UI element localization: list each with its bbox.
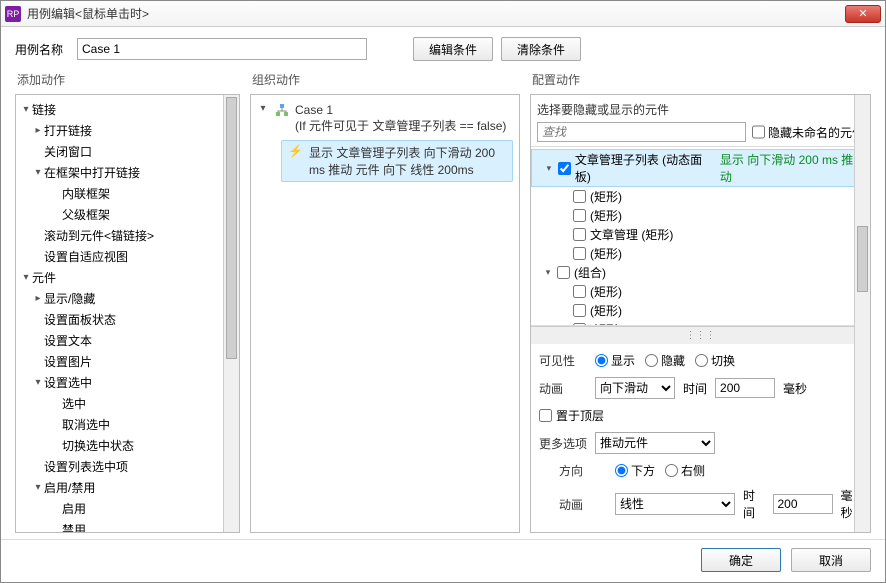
footer: 确定 取消 (1, 539, 885, 582)
ms-label: 毫秒 (783, 380, 807, 397)
widget-search-input[interactable] (537, 122, 746, 142)
action-text: 文章管理子列表 向下滑动 200 ms 推动 元件 向下 线性 200ms (309, 146, 495, 177)
time-label: 时间 (683, 380, 707, 397)
case-name-text: Case 1 (295, 103, 506, 117)
titlebar: RP 用例编辑<鼠标单击时> ✕ (1, 1, 885, 27)
bolt-icon: ⚡ (288, 144, 303, 158)
add-action-header: 添加动作 (15, 67, 240, 94)
widget-row[interactable]: (矩形) (531, 206, 870, 225)
widget-row[interactable]: ▾ 文章管理子列表 (动态面板) 显示 向下滑动 200 ms 推动 (531, 149, 870, 187)
time2-label: 时间 (743, 487, 765, 521)
case-condition: (If 元件可见于 文章管理子列表 == false) (295, 117, 506, 134)
direction-radios[interactable]: 下方 右侧 (615, 462, 705, 479)
ok-button[interactable]: 确定 (701, 548, 781, 572)
close-button[interactable]: ✕ (845, 5, 881, 23)
add-action-panel: ▾链接▸打开链接关闭窗口▾在框架中打开链接内联框架父级框架滚动到元件<锚链接>设… (15, 94, 240, 533)
action-父级框架[interactable]: 父级框架 (18, 204, 237, 225)
h-scrollbar[interactable]: ⋮⋮⋮ (531, 326, 870, 344)
action-设置选中[interactable]: ▾设置选中 (18, 372, 237, 393)
action-选中[interactable]: 选中 (18, 393, 237, 414)
header-row: 用例名称 编辑条件 清除条件 (1, 27, 885, 67)
time-input[interactable] (715, 378, 775, 398)
action-元件[interactable]: ▾元件 (18, 267, 237, 288)
anim-select[interactable]: 向下滑动 (595, 377, 675, 399)
action-启用[interactable]: 启用 (18, 498, 237, 519)
case-name-input[interactable] (77, 38, 367, 60)
action-打开链接[interactable]: ▸打开链接 (18, 120, 237, 141)
case-row[interactable]: ▾ Case 1 (If 元件可见于 文章管理子列表 == false) (251, 99, 519, 138)
widget-row[interactable]: (矩形) (531, 282, 870, 301)
action-row[interactable]: ⚡ 显示 文章管理子列表 向下滑动 200 ms 推动 元件 向下 线性 200… (281, 140, 513, 182)
clear-condition-button[interactable]: 清除条件 (501, 37, 581, 61)
action-内联框架[interactable]: 内联框架 (18, 183, 237, 204)
visibility-label: 可见性 (539, 352, 587, 369)
action-设置自适应视图[interactable]: 设置自适应视图 (18, 246, 237, 267)
widget-row[interactable]: (矩形) (531, 301, 870, 320)
action-取消选中[interactable]: 取消选中 (18, 414, 237, 435)
visibility-radios[interactable]: 显示 隐藏 切换 (595, 352, 735, 369)
widget-tree[interactable]: ▾ 文章管理子列表 (动态面板) 显示 向下滑动 200 ms 推动 (矩形) … (531, 146, 870, 326)
action-关闭窗口[interactable]: 关闭窗口 (18, 141, 237, 162)
widget-row[interactable]: (矩形) (531, 320, 870, 326)
action-设置列表选中项[interactable]: 设置列表选中项 (18, 456, 237, 477)
action-prefix: 显示 (309, 146, 333, 160)
more-label: 更多选项 (539, 435, 587, 452)
anim2-select[interactable]: 线性 (615, 493, 735, 515)
cancel-button[interactable]: 取消 (791, 548, 871, 572)
organize-action-header: 组织动作 (250, 67, 520, 94)
hide-unnamed-checkbox[interactable]: 隐藏未命名的元件 (752, 122, 864, 142)
select-widget-label: 选择要隐藏或显示的元件 (531, 95, 870, 120)
right-scrollbar[interactable] (854, 95, 870, 532)
action-在框架中打开链接[interactable]: ▾在框架中打开链接 (18, 162, 237, 183)
action-设置面板状态[interactable]: 设置面板状态 (18, 309, 237, 330)
configure-action-panel: 选择要隐藏或显示的元件 隐藏未命名的元件 ▾ 文章管理子列表 (动态面板) 显示… (530, 94, 871, 533)
configure-action-header: 配置动作 (530, 67, 871, 94)
case-icon (275, 103, 289, 117)
widget-row[interactable]: ▾ (组合) (531, 263, 870, 282)
organize-action-panel: ▾ Case 1 (If 元件可见于 文章管理子列表 == false) ⚡ 显… (250, 94, 520, 533)
widget-row[interactable]: 文章管理 (矩形) (531, 225, 870, 244)
anim-label: 动画 (539, 380, 587, 397)
dir-label: 方向 (559, 462, 607, 479)
widget-row[interactable]: (矩形) (531, 244, 870, 263)
action-显示/隐藏[interactable]: ▸显示/隐藏 (18, 288, 237, 309)
anim2-label: 动画 (559, 496, 607, 513)
action-设置文本[interactable]: 设置文本 (18, 330, 237, 351)
action-切换选中状态[interactable]: 切换选中状态 (18, 435, 237, 456)
more-select[interactable]: 推动元件 (595, 432, 715, 454)
action-链接[interactable]: ▾链接 (18, 99, 237, 120)
bring-front-checkbox[interactable]: 置于顶层 (539, 407, 604, 424)
widget-row[interactable]: (矩形) (531, 187, 870, 206)
action-滚动到元件<锚链接>[interactable]: 滚动到元件<锚链接> (18, 225, 237, 246)
app-logo: RP (5, 6, 21, 22)
action-启用/禁用[interactable]: ▾启用/禁用 (18, 477, 237, 498)
action-禁用[interactable]: 禁用 (18, 519, 237, 533)
time2-input[interactable] (773, 494, 833, 514)
edit-condition-button[interactable]: 编辑条件 (413, 37, 493, 61)
case-name-label: 用例名称 (15, 41, 63, 58)
action-设置图片[interactable]: 设置图片 (18, 351, 237, 372)
scrollbar[interactable] (223, 95, 239, 532)
window-title: 用例编辑<鼠标单击时> (27, 5, 845, 22)
